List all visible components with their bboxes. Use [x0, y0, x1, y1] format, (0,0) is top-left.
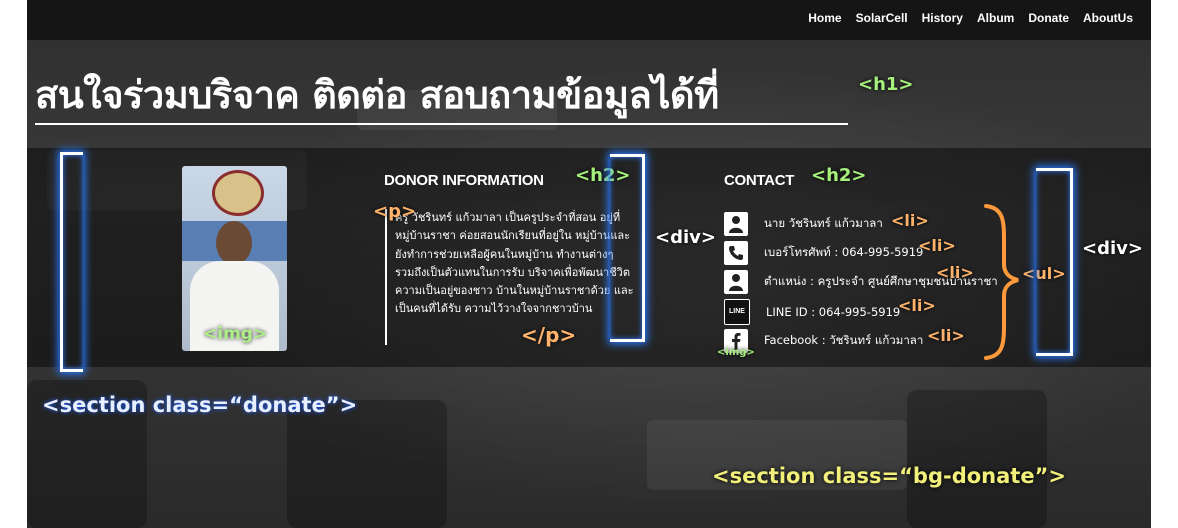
person-icon [724, 211, 748, 236]
navbar: Home SolarCell History Album Donate Abou… [27, 0, 1151, 40]
nav-item-home[interactable]: Home [808, 11, 841, 25]
annotation-li-1: <li> [891, 211, 929, 230]
contact-item-name: นาย วัชรินทร์ แก้วมาลา [724, 209, 998, 238]
annotation-li-4: <li> [898, 296, 936, 315]
nav-menu: Home SolarCell History Album Donate Abou… [808, 11, 1133, 25]
div-bracket-contact [1036, 168, 1073, 356]
contact-heading: CONTACT [724, 172, 795, 189]
page-title: สนใจร่วมบริจาค ติดต่อ สอบถามข้อมูลได้ที่ [35, 73, 719, 117]
div-bracket-donor [610, 154, 645, 342]
phone-icon [724, 240, 748, 265]
contact-text[interactable]: LINE ID : 064-995-5919 [766, 305, 900, 319]
line-badge: LINE [729, 308, 745, 316]
annotation-li-3: <li> [936, 263, 974, 282]
annotation-li-5: <li> [927, 326, 965, 345]
annotation-div-contact: <div> [1082, 238, 1143, 259]
donor-head [216, 221, 252, 265]
contact-text[interactable]: เบอร์โทรศัพท์ : 064-995-5919 [764, 244, 923, 262]
annotation-h2-contact: <h2> [811, 165, 867, 186]
nav-item-history[interactable]: History [922, 11, 963, 25]
annotation-p-close: </p> [521, 323, 577, 347]
annotation-img-icon: <img> [717, 347, 755, 358]
contact-item-line: LINE LINE ID : 064-995-5919 [724, 297, 998, 326]
section-bracket-left [60, 152, 83, 372]
donor-paragraph: ครู วัชรินทร์ แก้วมาลา เป็นครูประจำที่สอ… [385, 209, 635, 345]
emblem-icon [212, 170, 264, 216]
donor-heading: DONOR INFORMATION [384, 172, 544, 189]
person-icon [724, 270, 748, 295]
contact-text: นาย วัชรินทร์ แก้วมาลา [764, 215, 883, 230]
bg-chair [907, 390, 1047, 528]
ul-brace-icon [984, 204, 1019, 360]
annotation-section-bg-donate: <section class=“bg-donate”> [712, 464, 1066, 488]
annotation-h1: <h1> [858, 74, 914, 95]
annotation-p-open: <p> [373, 201, 417, 222]
nav-item-aboutus[interactable]: AboutUs [1083, 11, 1133, 25]
contact-text[interactable]: Facebook : วัชรินทร์ แก้วมาลา [764, 332, 923, 350]
annotation-div-donor: <div> [655, 227, 716, 248]
nav-item-album[interactable]: Album [977, 11, 1014, 25]
nav-item-donate[interactable]: Donate [1028, 11, 1069, 25]
nav-item-solarcell[interactable]: SolarCell [856, 11, 908, 25]
bg-chair [287, 400, 447, 528]
title-underline [35, 123, 848, 125]
annotation-section-donate: <section class=“donate”> [42, 393, 358, 417]
line-icon: LINE [724, 298, 750, 325]
annotation-li-2: <li> [918, 236, 956, 255]
annotation-img-photo: <img> [203, 324, 268, 344]
